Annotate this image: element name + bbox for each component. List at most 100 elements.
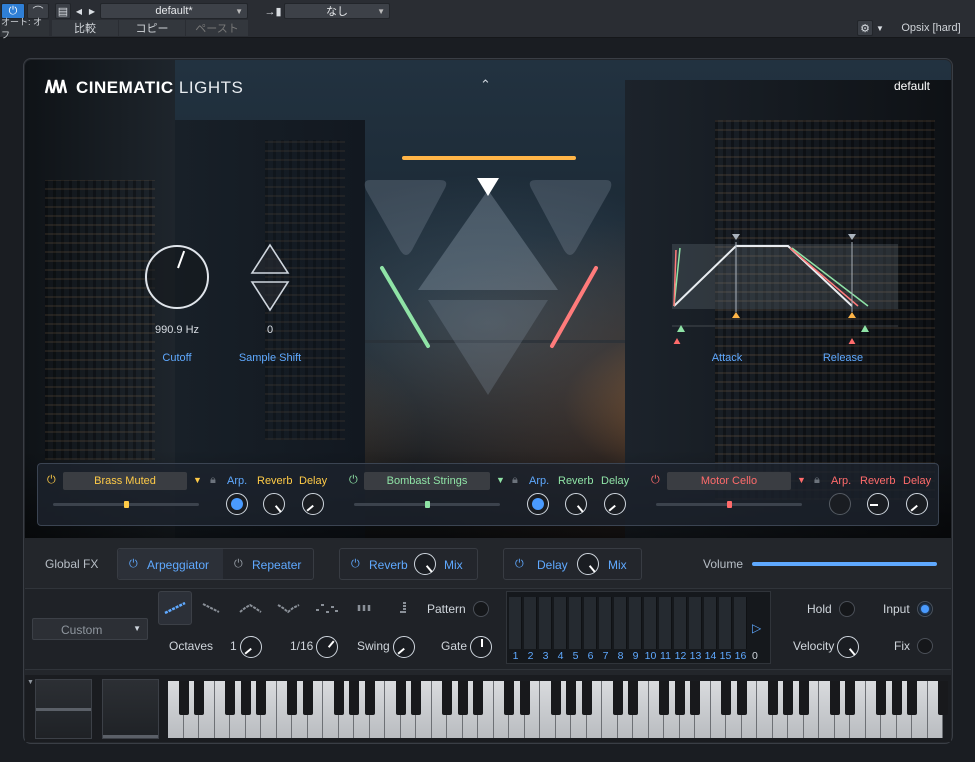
sample-shift-up-button[interactable] xyxy=(250,243,290,280)
black-key[interactable] xyxy=(287,681,297,715)
next-preset-button[interactable]: ▶ xyxy=(86,3,98,19)
layer-2-menu-chevron-icon[interactable]: ▼ xyxy=(496,475,505,485)
mod-wheel[interactable] xyxy=(102,679,159,739)
black-key[interactable] xyxy=(628,681,638,715)
layer-2-pan-thumb[interactable] xyxy=(425,501,430,508)
preset-file-button[interactable]: ▤ xyxy=(55,3,71,19)
volume-slider[interactable] xyxy=(752,562,937,566)
sample-shift-down-button[interactable] xyxy=(250,280,290,317)
black-key[interactable] xyxy=(612,681,623,715)
step-play-icon[interactable]: ▷ xyxy=(752,621,761,635)
layer-1-pan-slider[interactable] xyxy=(53,501,199,508)
black-key[interactable] xyxy=(845,681,855,715)
octaves-knob[interactable] xyxy=(240,636,262,658)
black-key[interactable] xyxy=(457,681,468,715)
black-key[interactable] xyxy=(364,681,375,715)
step-cell[interactable] xyxy=(524,597,537,649)
sidechain-dropdown[interactable]: なし ▼ xyxy=(284,3,390,19)
step-cell[interactable] xyxy=(674,597,687,649)
black-key[interactable] xyxy=(736,681,747,715)
preset-dropdown[interactable]: default* ▼ xyxy=(100,3,248,19)
pattern-random-button[interactable] xyxy=(310,591,344,625)
global-reverb-power-icon[interactable]: ⏻ xyxy=(351,558,360,571)
swing-knob[interactable] xyxy=(393,636,415,658)
settings-menu-button[interactable]: ▼ xyxy=(874,20,886,36)
black-key[interactable] xyxy=(907,681,917,715)
layer-2-power-icon[interactable]: ⏻ xyxy=(349,474,358,487)
cutoff-knob[interactable] xyxy=(145,245,209,309)
layer-3-pan-slider[interactable] xyxy=(656,501,802,508)
layer-3-lock-icon[interactable]: 🔒︎ xyxy=(814,474,820,487)
gate-knob[interactable] xyxy=(470,636,492,658)
collapse-chevron-icon[interactable]: ⌃ xyxy=(480,77,491,93)
layer-1-reverb-knob[interactable] xyxy=(263,493,285,515)
layer-1-pan-thumb[interactable] xyxy=(124,501,129,508)
compare-button[interactable]: 比較 xyxy=(52,20,118,36)
black-key[interactable] xyxy=(225,681,235,715)
pattern-chord-button[interactable] xyxy=(348,591,382,625)
step-cell[interactable] xyxy=(659,597,672,649)
step-cell[interactable] xyxy=(719,597,732,649)
layer-3-delay-knob[interactable] xyxy=(906,493,928,515)
black-key[interactable] xyxy=(178,681,189,715)
velocity-knob[interactable] xyxy=(837,636,859,658)
black-key[interactable] xyxy=(566,681,576,715)
layer-1-arp-toggle[interactable] xyxy=(226,493,248,515)
fix-toggle[interactable] xyxy=(917,638,933,654)
black-key[interactable] xyxy=(721,681,731,715)
black-key[interactable] xyxy=(442,681,452,715)
step-cell[interactable] xyxy=(734,597,747,649)
black-key[interactable] xyxy=(674,681,685,715)
step-cell[interactable] xyxy=(599,597,612,649)
layer-3-name[interactable]: Motor Cello xyxy=(667,472,791,490)
black-key[interactable] xyxy=(767,681,778,715)
black-key[interactable] xyxy=(519,681,530,715)
repeater-power-icon[interactable]: ⏻ xyxy=(234,558,243,571)
black-key[interactable] xyxy=(891,681,902,715)
rate-knob[interactable] xyxy=(316,636,338,658)
global-delay-mix-knob[interactable] xyxy=(577,553,599,575)
layer-3-menu-chevron-icon[interactable]: ▼ xyxy=(797,475,806,485)
black-key[interactable] xyxy=(798,681,809,715)
step-cell[interactable] xyxy=(689,597,702,649)
layer-3-pan-thumb[interactable] xyxy=(727,501,732,508)
copy-button[interactable]: コピー xyxy=(119,20,185,36)
layer-3-reverb-knob[interactable] xyxy=(867,493,889,515)
global-reverb-mix-knob[interactable] xyxy=(414,553,436,575)
layer-2-reverb-knob[interactable] xyxy=(565,493,587,515)
black-key[interactable] xyxy=(349,681,359,715)
black-key[interactable] xyxy=(550,681,561,715)
pattern-toggle[interactable] xyxy=(473,601,489,617)
black-key[interactable] xyxy=(690,681,700,715)
layer-3-arp-toggle[interactable] xyxy=(829,493,851,515)
prev-preset-button[interactable]: ◀ xyxy=(73,3,85,19)
settings-button[interactable]: ⚙ xyxy=(857,20,873,36)
step-cell[interactable] xyxy=(569,597,582,649)
layer-1-lock-icon[interactable]: 🔒︎ xyxy=(210,474,216,487)
layer-2-lock-icon[interactable]: 🔒︎ xyxy=(512,474,518,487)
pattern-updown-button[interactable] xyxy=(234,591,268,625)
hold-toggle[interactable] xyxy=(839,601,855,617)
black-key[interactable] xyxy=(473,681,483,715)
repeater-label[interactable]: Repeater xyxy=(252,558,301,572)
layer-1-power-icon[interactable]: ⏻ xyxy=(47,474,56,487)
black-key[interactable] xyxy=(194,681,204,715)
arp-mode-dropdown[interactable]: Custom ▼ xyxy=(32,618,148,640)
layer-2-delay-knob[interactable] xyxy=(604,493,626,515)
step-cell[interactable] xyxy=(644,597,657,649)
pitch-wheel[interactable] xyxy=(35,679,92,739)
layer-2-pan-slider[interactable] xyxy=(354,501,500,508)
black-key[interactable] xyxy=(581,681,592,715)
pattern-up-button[interactable] xyxy=(158,591,192,625)
layer-3-power-icon[interactable]: ⏻ xyxy=(651,474,660,487)
step-cell[interactable] xyxy=(629,597,642,649)
global-delay-power-icon[interactable]: ⏻ xyxy=(515,558,524,571)
black-key[interactable] xyxy=(333,681,344,715)
black-key[interactable] xyxy=(302,681,313,715)
envelope-display[interactable] xyxy=(672,234,900,345)
black-key[interactable] xyxy=(783,681,793,715)
pattern-downup-button[interactable] xyxy=(272,591,306,625)
black-key[interactable] xyxy=(876,681,886,715)
pattern-stack-button[interactable] xyxy=(384,591,418,625)
layer-1-name[interactable]: Brass Muted xyxy=(63,472,187,490)
